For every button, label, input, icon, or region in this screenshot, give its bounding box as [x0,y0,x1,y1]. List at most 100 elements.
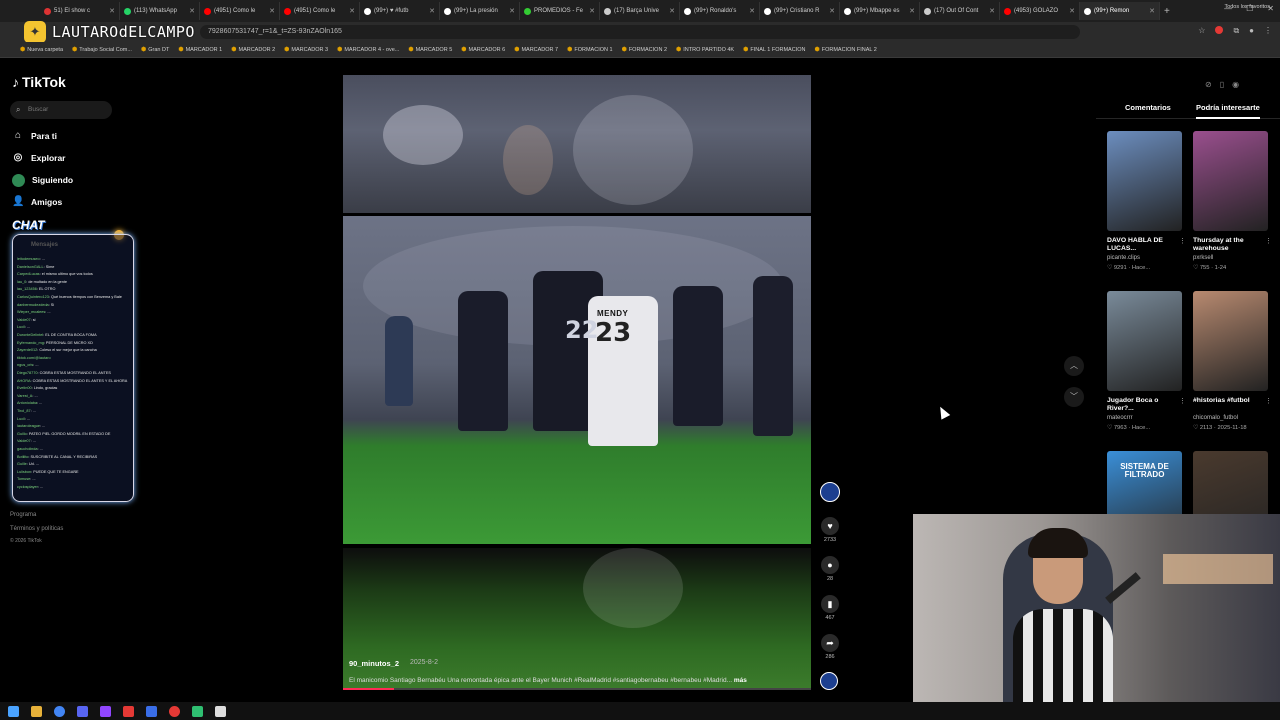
star-icon[interactable]: ☆ [1198,26,1205,36]
address-bar[interactable]: 7928607531747_r=1&_t=ZS-93nZAOln165 [200,25,1080,39]
bookmark-item[interactable]: ⬢ FORMACION FINAL 2 [814,46,876,54]
bookmark-item[interactable]: ⬢ FORMACION 2 [622,46,667,54]
bookmark-item[interactable]: ⬢ MARCADOR 4 - ove... [337,46,399,54]
bookmark-item[interactable]: ⬢ Gran DT [141,46,169,54]
music-disc[interactable] [820,672,840,690]
bookmark-item[interactable]: ⬢ FINAL 1 FORMACION [743,46,805,54]
browser-tab[interactable]: PROMEDIOS - Fe ✕ [520,2,600,20]
more-options-icon[interactable]: ⋮ [1179,397,1186,405]
browser-tab[interactable]: (4951) Como le ✕ [200,2,280,20]
search-input[interactable]: ⌕ Buscar [10,101,112,119]
extensions-icon[interactable]: ⧉ [1233,26,1239,36]
twitch-icon[interactable] [100,705,111,717]
video-author[interactable]: chicomalo_futbol [1193,415,1238,421]
close-tab-icon[interactable]: ✕ [1069,7,1075,15]
menu-icon[interactable]: ⋮ [1264,26,1272,36]
video-title[interactable]: Thursday at the warehouse [1193,237,1271,253]
obs-icon[interactable] [123,705,134,717]
video-player[interactable]: 22 23 MENDY [343,216,811,544]
video-title[interactable]: Jugador Boca o River?... [1107,397,1185,413]
video-progress-bar[interactable] [343,688,811,690]
save-button[interactable]: ▮ 467 [820,595,840,621]
close-tab-icon[interactable]: ✕ [269,7,275,15]
start-icon[interactable] [8,705,19,717]
close-tab-icon[interactable]: ✕ [749,7,755,15]
tab-comentarios[interactable]: Comentarios [1125,103,1171,112]
profile-avatar-icon[interactable]: ◉ [1232,80,1239,89]
close-tab-icon[interactable]: ✕ [589,7,595,15]
browser-tab[interactable]: (99+) Mbappe es ✕ [840,2,920,20]
close-tab-icon[interactable]: ✕ [909,7,915,15]
chrome-icon[interactable] [54,705,65,717]
app-icon[interactable] [146,705,157,717]
folder-icon[interactable] [31,705,42,717]
share-button[interactable]: ➦ 286 [820,634,840,660]
video-thumbnail[interactable] [1107,291,1182,391]
tiktok-logo[interactable]: ♪ TikTok [12,74,66,90]
nav-siguiendo[interactable]: Siguiendo [12,172,73,188]
browser-tab[interactable]: (99+) Cristiano R ✕ [760,2,840,20]
video-author[interactable]: mateocrrr [1107,415,1133,421]
next-video[interactable] [343,548,811,690]
footer-terms[interactable]: Términos y políticas [10,526,63,532]
close-tab-icon[interactable]: ✕ [829,7,835,15]
browser-tab[interactable]: (99+) La presión ✕ [440,2,520,20]
close-tab-icon[interactable]: ✕ [109,7,115,15]
previous-video[interactable] [343,75,811,213]
app-icon[interactable] [215,705,226,717]
like-button[interactable]: ♥ 2733 [820,517,840,543]
more-options-icon[interactable]: ⋮ [1265,397,1272,405]
video-thumbnail[interactable] [1107,131,1182,231]
bookmark-item[interactable]: ⬢ INTRO PARTIDO 4K [676,46,734,54]
video-title[interactable]: #historias #futbol [1193,397,1271,405]
bookmark-item[interactable]: ⬢ MARCADOR 7 [514,46,558,54]
bookmark-item[interactable]: ⬢ MARCADOR 3 [284,46,328,54]
video-author[interactable]: pxrksell [1193,255,1213,261]
browser-tab[interactable]: (17) Out Of Cont ✕ [920,2,1000,20]
comment-button[interactable]: ● 28 [820,556,840,582]
close-tab-icon[interactable]: ✕ [669,7,675,15]
more-options-icon[interactable]: ⋮ [1179,237,1186,245]
new-tab-icon[interactable]: + [1164,6,1170,17]
video-title[interactable]: SISTEMA DE FILTRADO [1107,463,1182,479]
footer-programa[interactable]: Programa [10,512,36,518]
nav-explorar[interactable]: ◎ Explorar [12,150,66,166]
bookmark-item[interactable]: ⬢ Nueva carpeta [20,46,63,54]
video-author[interactable]: 90_minutos_2 [349,659,399,668]
bookmark-item[interactable]: ⬢ FORMACION 1 [567,46,612,54]
browser-tab[interactable]: (4953) GOLAZO ✕ [1000,2,1080,20]
nav-amigos[interactable]: 👤 Amigos [12,194,62,210]
next-video-button[interactable]: ﹀ [1064,387,1084,407]
browser-tab[interactable]: (113) WhatsApp ✕ [120,2,200,20]
bookmark-item[interactable]: ⬢ MARCADOR 5 [408,46,452,54]
tab-podria-interesarte[interactable]: Podría interesarte [1196,103,1260,112]
more-options-icon[interactable]: ⋮ [1265,237,1272,245]
record-app-icon[interactable] [169,705,180,717]
previous-video-button[interactable]: ︿ [1064,356,1084,376]
more-link[interactable]: más [734,677,747,684]
profile-icon[interactable]: ● [1249,26,1254,36]
browser-tab[interactable]: (4951) Como le ✕ [280,2,360,20]
bookmark-item[interactable]: ⬢ Trabajo Social Com... [72,46,132,54]
browser-tab[interactable]: (99+) Remon ✕ [1080,2,1160,20]
bookmark-item[interactable]: ⬢ MARCADOR 2 [231,46,275,54]
bookmark-item[interactable]: ⬢ MARCADOR 1 [178,46,222,54]
all-bookmarks-link[interactable]: Todos los favoritos [1224,4,1270,10]
close-tab-icon[interactable]: ✕ [349,7,355,15]
close-tab-icon[interactable]: ✕ [1149,7,1155,15]
video-title[interactable]: DAVO HABLA DE LUCAS... [1107,237,1185,253]
bookmark-item[interactable]: ⬢ MARCADOR 6 [461,46,505,54]
browser-tab[interactable]: (99+) ♥ #futb ✕ [360,2,440,20]
phone-icon[interactable]: ▯ [1220,80,1224,89]
browser-tab[interactable]: (99+) Ronaldo's ✕ [680,2,760,20]
creator-avatar[interactable] [820,482,840,502]
close-tab-icon[interactable]: ✕ [989,7,995,15]
close-tab-icon[interactable]: ✕ [509,7,515,15]
discord-icon[interactable] [77,705,88,717]
video-thumbnail[interactable] [1193,131,1268,231]
video-author[interactable]: picante.clips [1107,255,1140,261]
close-tab-icon[interactable]: ✕ [429,7,435,15]
close-tab-icon[interactable]: ✕ [189,7,195,15]
link-icon[interactable]: ⊘ [1205,80,1212,89]
browser-tab[interactable]: 51) El show c ✕ [40,2,120,20]
